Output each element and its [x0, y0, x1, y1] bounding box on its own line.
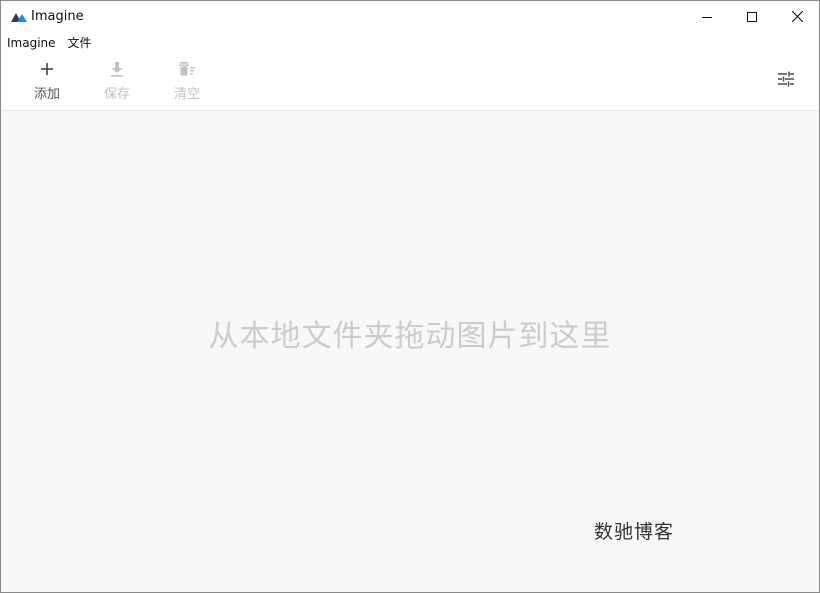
add-label: 添加 [33, 87, 60, 102]
save-button[interactable]: 保存 [87, 59, 147, 107]
menu-bar: Imagine 文件 [1, 33, 98, 53]
window-title: Imagine [31, 9, 84, 24]
menu-imagine[interactable]: Imagine [1, 33, 62, 53]
minimize-button[interactable] [684, 1, 730, 32]
clear-label: 清空 [173, 87, 200, 102]
close-icon [791, 11, 803, 22]
watermark-text: 数驰博客 [594, 521, 675, 543]
add-button[interactable]: 添加 [17, 59, 77, 107]
settings-button[interactable] [777, 71, 797, 91]
maximize-button[interactable] [729, 1, 775, 32]
title-bar[interactable]: Imagine [1, 1, 819, 32]
save-label: 保存 [103, 87, 130, 102]
drop-hint-text: 从本地文件夹拖动图片到这里 [208, 319, 612, 354]
download-icon [107, 59, 127, 79]
app-window: Imagine Imagine 文件 添加 保存 清空 从本地文件夹拖动图片到这… [0, 0, 820, 593]
app-logo-icon [11, 13, 27, 22]
toolbar: 添加 保存 清空 [1, 53, 819, 111]
menu-file[interactable]: 文件 [62, 33, 98, 53]
clear-all-icon [177, 59, 197, 79]
clear-button[interactable]: 清空 [157, 59, 217, 107]
maximize-icon [747, 11, 757, 22]
sliders-icon [778, 71, 794, 87]
minimize-icon [702, 16, 712, 18]
plus-icon [37, 59, 57, 79]
close-button[interactable] [774, 1, 819, 32]
drop-zone[interactable]: 从本地文件夹拖动图片到这里 数驰博客 [1, 112, 819, 592]
